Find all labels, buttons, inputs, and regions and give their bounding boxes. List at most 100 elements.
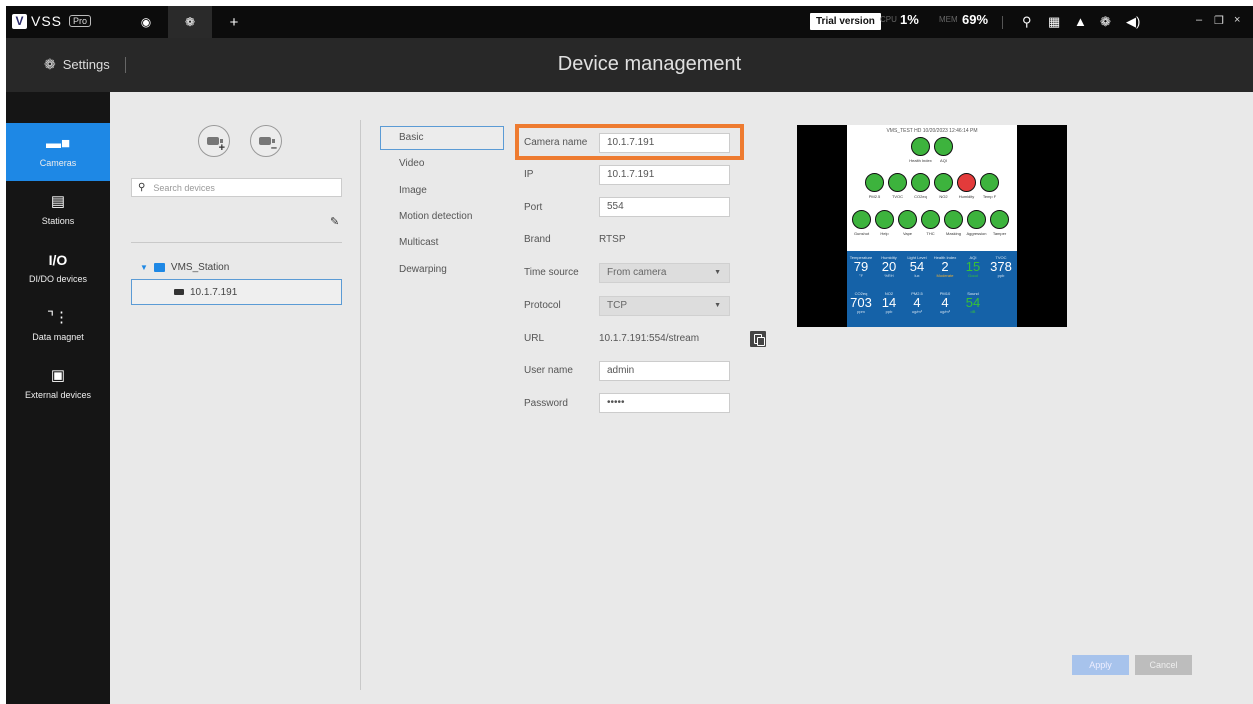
tree-node-camera[interactable]: 10.1.7.191	[131, 279, 342, 305]
ip-field[interactable]: 10.1.7.191	[599, 165, 730, 185]
tab-strip: ◉ ❁ +	[124, 6, 256, 38]
tab-video[interactable]: Video	[380, 152, 504, 176]
trial-badge[interactable]: Trial version	[810, 13, 881, 30]
sidebar-item-cameras[interactable]: ▬■ Cameras	[6, 123, 110, 181]
search-input[interactable]: ⚲ Search devices	[131, 178, 342, 197]
edit-pencil-icon[interactable]: ✎	[330, 215, 339, 228]
reading-humidity: Humidity 20 %RH	[881, 255, 897, 278]
brand-value: RTSP	[599, 234, 626, 245]
camera-name-field[interactable]: 10.1.7.191	[599, 133, 730, 153]
bell-icon[interactable]: ▲	[1074, 14, 1087, 30]
thc-icon	[921, 210, 940, 229]
sensor-health-index: Health Index	[909, 137, 932, 163]
vape-icon	[898, 210, 917, 229]
minimize-icon[interactable]: –	[1196, 14, 1202, 26]
page-title: Device management	[557, 53, 742, 75]
logo-badge: Pro	[69, 15, 92, 27]
tab-multicast[interactable]: Multicast	[380, 231, 504, 255]
time-source-value: From camera	[607, 267, 667, 278]
sidebar-item-dido-devices[interactable]: I/O DI/DO devices	[6, 239, 110, 297]
help-icon	[875, 210, 894, 229]
search-placeholder: Search devices	[153, 182, 215, 193]
pane-splitter[interactable]	[360, 120, 361, 690]
station-name: VMS_Station	[170, 262, 230, 273]
gear-icon: ❁	[184, 15, 196, 29]
chevron-down-icon: ▼	[714, 302, 721, 309]
sensor-gunshot: Gunshot	[851, 210, 872, 236]
sidebar-item-data-magnet[interactable]: ⌝⋮ Data magnet	[6, 297, 110, 355]
reading-temperature: Temperature 79 °F	[849, 255, 873, 278]
magnet-icon: ⌝⋮	[46, 309, 70, 326]
add-device-button[interactable]: +	[198, 125, 230, 157]
sensor-pm25: PM2.5	[864, 173, 885, 199]
user-name-label: User name	[524, 365, 573, 376]
grid-icon[interactable]: ▦	[1048, 14, 1060, 30]
tree-node-station[interactable]: ▼ VMS_Station	[140, 262, 229, 273]
reading-co2eq: CO2eq 703 ppm	[850, 291, 872, 314]
tab-liveview[interactable]: ◉	[124, 6, 168, 38]
io-icon: I/O	[48, 252, 68, 268]
tree-divider	[131, 242, 342, 243]
sensor-masking: Masking	[943, 210, 964, 236]
tab-settings[interactable]: ❁	[168, 6, 212, 38]
top-bar: V VSS Pro ◉ ❁ + Trial version CPU 1% MEM…	[6, 6, 1253, 38]
protocol-select[interactable]: TCP ▼	[599, 296, 730, 316]
readings-panel: Temperature 79 °F Humidity 20 %RH Light …	[847, 251, 1017, 327]
sidebar-item-label: External devices	[24, 390, 92, 400]
search-icon: ⚲	[138, 182, 146, 193]
tab-dewarping[interactable]: Dewarping	[380, 258, 504, 282]
external-device-icon: ▣	[50, 367, 66, 384]
camera-icon	[259, 137, 275, 145]
sensor-co2eq: CO2eq	[910, 173, 931, 199]
camera-preview: VMS_TEST HD 10/20/2023 12:46:14 PM Healt…	[797, 125, 1067, 327]
volume-icon[interactable]: ◀)	[1126, 14, 1140, 30]
page-header: ❁ Settings Device management	[6, 38, 1253, 92]
chevron-down-icon: ▼	[714, 269, 721, 276]
minus-icon: –	[270, 142, 277, 154]
cpu-label: CPU	[880, 15, 897, 24]
reading-sound: Sound 54 dB	[965, 291, 981, 314]
close-icon[interactable]: ×	[1234, 14, 1240, 26]
copy-url-button[interactable]	[750, 331, 766, 347]
gear-icon[interactable]: ❁	[1100, 14, 1111, 30]
port-field[interactable]: 554	[599, 197, 730, 217]
sidebar: ▬■ Cameras ▤ Stations I/O DI/DO devices …	[6, 92, 110, 704]
ip-label: IP	[524, 169, 534, 180]
sensor-temp: Temp F	[979, 173, 1000, 199]
no2-icon	[934, 173, 953, 192]
sensor-row-2: PM2.5 TVOC CO2eq NO2 Humidity Temp F	[864, 173, 1000, 199]
apply-button[interactable]: Apply	[1072, 655, 1129, 675]
vivotek-logo-icon: V	[12, 13, 27, 29]
reading-aqi: AQI 15 Good	[965, 255, 981, 278]
sensor-no2: NO2	[933, 173, 954, 199]
mem-value: 69%	[962, 12, 989, 27]
topbar-divider	[1002, 16, 1003, 29]
tab-basic[interactable]: Basic	[380, 126, 504, 150]
add-tab-button[interactable]: +	[212, 6, 256, 38]
time-source-select[interactable]: From camera ▼	[599, 263, 730, 283]
reading-no2: NO2 14 ppb	[881, 291, 897, 314]
tab-image[interactable]: Image	[380, 179, 504, 203]
cancel-button[interactable]: Cancel	[1135, 655, 1192, 675]
sidebar-item-label: Data magnet	[32, 332, 84, 342]
plus-icon: +	[218, 142, 225, 154]
url-label: URL	[524, 333, 545, 344]
restore-icon[interactable]: ❐	[1214, 14, 1224, 27]
plus-icon: +	[229, 13, 239, 31]
logo-text: VSS	[31, 13, 63, 29]
time-source-label: Time source	[524, 267, 579, 278]
tab-motion-detection[interactable]: Motion detection	[380, 205, 504, 229]
caret-down-icon[interactable]: ▼	[140, 263, 148, 272]
sensor-thc: THC	[920, 210, 941, 236]
user-name-field[interactable]: admin	[599, 361, 730, 381]
sidebar-item-external-devices[interactable]: ▣ External devices	[6, 355, 110, 413]
sidebar-item-label: Stations	[41, 216, 75, 226]
reading-pm10: PM10 4 ug/m³	[939, 291, 951, 314]
brand-label: Brand	[524, 234, 551, 245]
password-field[interactable]: •••••	[599, 393, 730, 413]
app-window: V VSS Pro ◉ ❁ + Trial version CPU 1% MEM…	[6, 6, 1253, 704]
search-icon[interactable]: ⚲	[1022, 14, 1032, 30]
remove-device-button[interactable]: –	[250, 125, 282, 157]
sidebar-item-stations[interactable]: ▤ Stations	[6, 181, 110, 239]
health-icon	[911, 137, 930, 156]
